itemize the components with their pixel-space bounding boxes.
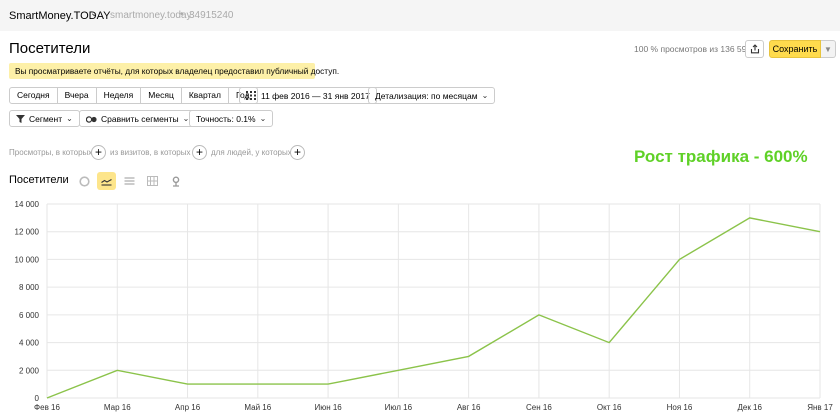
visitors-line-chart: 02 0004 0006 0008 00010 00012 00014 000 … bbox=[15, 200, 834, 412]
area-chart-icon bbox=[124, 177, 135, 185]
detail-select[interactable]: Детализация: по месяцам ⌄ bbox=[368, 87, 496, 104]
period-selector: Сегодня Вчера Неделя Месяц Квартал Год bbox=[9, 87, 258, 104]
compare-icon bbox=[86, 115, 97, 123]
x-tick-label: Дек 16 bbox=[737, 403, 762, 412]
compare-label: Сравнить сегменты bbox=[101, 113, 179, 124]
x-tick-label: Ноя 16 bbox=[667, 403, 693, 412]
y-tick-label: 10 000 bbox=[15, 255, 40, 264]
chevron-down-icon: ▼ bbox=[824, 44, 832, 54]
chart-type-bar[interactable] bbox=[143, 172, 162, 190]
x-tick-label: Янв 17 bbox=[807, 403, 833, 412]
condition-visits-label: из визитов, в которых bbox=[110, 148, 191, 157]
chart-type-map[interactable] bbox=[166, 172, 185, 190]
sample-info: 100 % просмотров из 136 591 bbox=[634, 44, 752, 54]
chevron-down-icon: ⌄ bbox=[66, 114, 73, 123]
traffic-growth-caption: Рост трафика - 600% bbox=[634, 147, 808, 166]
add-views-condition-button[interactable]: + bbox=[91, 145, 106, 160]
chart-grid bbox=[46, 203, 821, 399]
y-tick-label: 14 000 bbox=[15, 200, 40, 209]
chart-section-title: Посетители bbox=[9, 174, 69, 186]
period-yesterday[interactable]: Вчера bbox=[58, 88, 97, 103]
x-tick-label: Мар 16 bbox=[104, 403, 131, 412]
y-axis: 0 2 000 4 000 6 000 8 000 10 000 12 000 14 000 bbox=[15, 200, 40, 403]
period-week[interactable]: Неделя bbox=[97, 88, 142, 103]
chevron-down-icon[interactable]: ⌄ bbox=[90, 8, 98, 19]
y-tick-label: 8 000 bbox=[19, 283, 40, 292]
y-tick-label: 12 000 bbox=[15, 228, 40, 237]
x-axis: Фев 16 Мар 16 Апр 16 Май 16 Июн 16 Июл 16 Авг … bbox=[34, 403, 833, 412]
page-title: Посетители bbox=[9, 40, 91, 57]
accuracy-select[interactable]: Точность: 0.1% ⌄ bbox=[189, 110, 274, 127]
separator-dot: • bbox=[180, 9, 184, 20]
plus-icon: + bbox=[195, 145, 203, 159]
save-button[interactable]: Сохранить bbox=[769, 40, 821, 58]
x-tick-label: Авг 16 bbox=[457, 403, 481, 412]
x-tick-label: Окт 16 bbox=[597, 403, 622, 412]
compare-segments-button[interactable]: Сравнить сегменты ⌄ bbox=[79, 110, 197, 127]
condition-people-label: для людей, у которых bbox=[211, 148, 292, 157]
counter-id: 34915240 bbox=[189, 10, 234, 21]
save-menu-button[interactable]: ▼ bbox=[821, 40, 836, 58]
pie-icon bbox=[79, 175, 90, 187]
chart-type-area[interactable] bbox=[120, 172, 139, 190]
funnel-icon bbox=[16, 114, 25, 123]
period-month[interactable]: Месяц bbox=[141, 88, 182, 103]
x-tick-label: Июн 16 bbox=[314, 403, 342, 412]
segment-label: Сегмент bbox=[29, 113, 63, 124]
x-tick-label: Июл 16 bbox=[385, 403, 413, 412]
x-tick-label: Май 16 bbox=[244, 403, 271, 412]
map-icon bbox=[172, 176, 179, 187]
date-range-label: 11 фев 2016 — 31 янв 2017 bbox=[261, 90, 370, 101]
public-access-notice: Вы просматриваете отчёты, для которых вл… bbox=[9, 63, 339, 79]
condition-views-label: Просмотры, в которых bbox=[9, 148, 93, 157]
chart-type-pie[interactable] bbox=[75, 172, 94, 190]
bar-chart-icon bbox=[147, 176, 158, 186]
y-tick-label: 2 000 bbox=[19, 366, 40, 375]
period-today[interactable]: Сегодня bbox=[10, 88, 58, 103]
y-tick-label: 4 000 bbox=[19, 339, 40, 348]
line-chart-icon bbox=[101, 178, 112, 186]
visitors-series-line bbox=[46, 217, 821, 399]
y-tick-label: 6 000 bbox=[19, 311, 40, 320]
plus-icon: + bbox=[94, 145, 102, 159]
chevron-down-icon: ⌄ bbox=[259, 114, 267, 123]
calendar-icon bbox=[246, 91, 256, 100]
top-bar: SmartMoney.TODAY ⌄ smartmoney.today • 34… bbox=[0, 0, 840, 31]
segment-button[interactable]: Сегмент ⌄ bbox=[9, 110, 80, 127]
x-tick-label: Фев 16 bbox=[34, 403, 60, 412]
period-quarter[interactable]: Квартал bbox=[182, 88, 229, 103]
chevron-down-icon: ⌄ bbox=[481, 91, 489, 100]
accuracy-label: Точность: 0.1% bbox=[196, 113, 256, 124]
share-button[interactable] bbox=[745, 40, 764, 58]
date-range-button[interactable]: 11 фев 2016 — 31 янв 2017 bbox=[239, 87, 377, 104]
add-visits-condition-button[interactable]: + bbox=[192, 145, 207, 160]
x-tick-label: Сен 16 bbox=[526, 403, 552, 412]
add-people-condition-button[interactable]: + bbox=[290, 145, 305, 160]
share-icon bbox=[750, 44, 759, 54]
x-tick-label: Апр 16 bbox=[175, 403, 201, 412]
plus-icon: + bbox=[293, 145, 301, 159]
chart-type-line[interactable] bbox=[97, 172, 116, 190]
detail-label: Детализация: по месяцам bbox=[375, 90, 478, 101]
y-tick-label: 0 bbox=[35, 394, 40, 403]
